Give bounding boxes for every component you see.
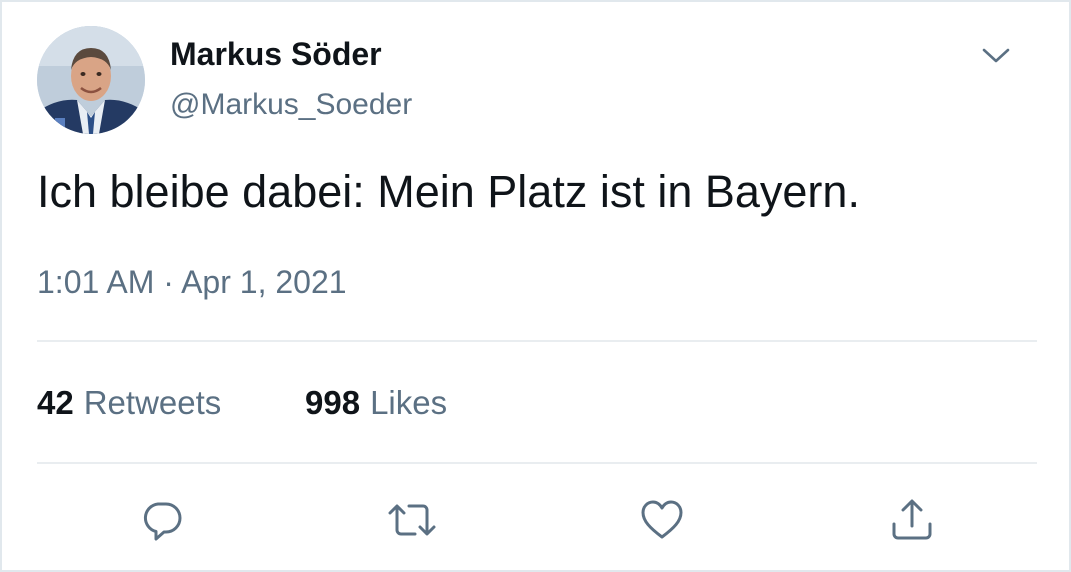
retweets-count: 42 <box>37 384 74 421</box>
retweet-button[interactable] <box>386 494 438 546</box>
retweet-icon <box>388 504 436 536</box>
author-handle[interactable]: @Markus_Soeder <box>170 88 412 122</box>
avatar[interactable] <box>37 26 145 134</box>
retweets-stat[interactable]: 42 Retweets <box>37 384 221 422</box>
tweet-text: Ich bleibe dabei: Mein Platz ist in Baye… <box>37 166 860 217</box>
likes-count: 998 <box>305 384 361 421</box>
likes-stat[interactable]: 998 Likes <box>305 384 447 422</box>
author-display-name[interactable]: Markus Söder <box>170 36 382 73</box>
tweet-timestamp[interactable]: 1:01 AM · Apr 1, 2021 <box>37 264 347 301</box>
like-button[interactable] <box>636 494 688 546</box>
chevron-down-icon <box>982 48 1010 63</box>
avatar-photo <box>37 26 145 134</box>
reply-button[interactable] <box>136 494 188 546</box>
divider <box>37 462 1037 464</box>
tweet-card: Markus Söder @Markus_Soeder Ich bleibe d… <box>0 0 1071 572</box>
heart-icon <box>641 500 683 539</box>
share-icon <box>892 499 932 540</box>
tweet-menu-button[interactable] <box>978 38 1014 74</box>
retweets-label: Retweets <box>83 384 222 421</box>
divider <box>37 340 1037 342</box>
share-button[interactable] <box>886 494 938 546</box>
reply-icon <box>143 502 182 541</box>
likes-label: Likes <box>370 384 448 421</box>
